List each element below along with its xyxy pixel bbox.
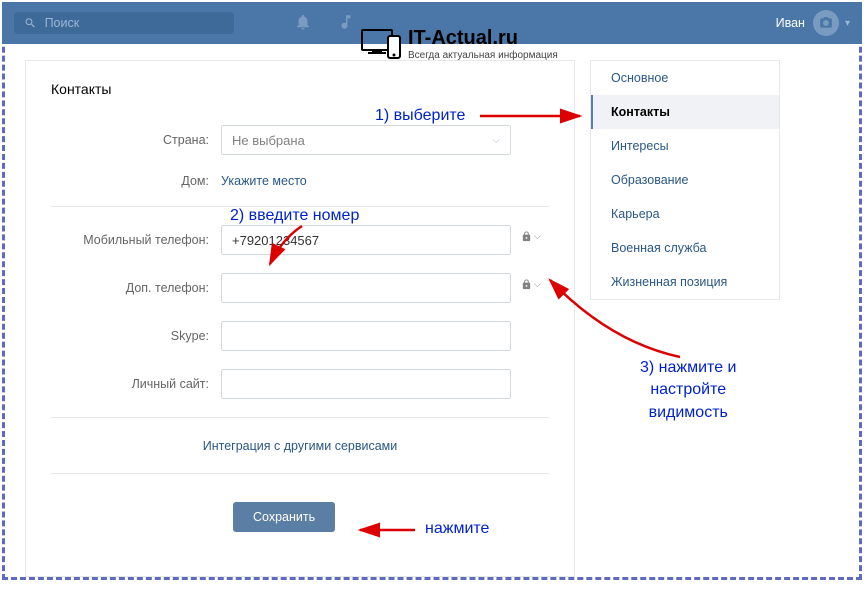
- sidebar-item-interests[interactable]: Интересы: [591, 129, 779, 163]
- page-title: Контакты: [51, 81, 549, 97]
- sidebar-item-education[interactable]: Образование: [591, 163, 779, 197]
- sidebar: Основное Контакты Интересы Образование К…: [590, 60, 780, 300]
- annotation-3: 3) нажмите и настройте видимость: [640, 357, 736, 424]
- user-menu[interactable]: Иван ▾: [776, 10, 850, 36]
- save-button[interactable]: Сохранить: [233, 502, 335, 532]
- annotation-4: нажмите: [425, 520, 489, 538]
- avatar: [813, 10, 839, 36]
- site-label: Личный сайт:: [51, 377, 221, 391]
- alt-phone-label: Доп. телефон:: [51, 281, 221, 295]
- lock-icon: [521, 279, 532, 290]
- country-label: Страна:: [51, 133, 221, 147]
- search-box[interactable]: [14, 12, 234, 34]
- home-link[interactable]: Укажите место: [221, 174, 307, 188]
- annotation-1: 1) выберите: [375, 107, 465, 125]
- main-panel: Контакты Страна: Не выбрана ⌵ Дом: Укажи…: [25, 60, 575, 577]
- home-label: Дом:: [51, 174, 221, 188]
- search-icon: [24, 16, 37, 30]
- mobile-label: Мобильный телефон:: [51, 233, 221, 247]
- monitor-phone-icon: [360, 28, 402, 60]
- watermark-subtitle: Всегда актуальная информация: [408, 50, 558, 61]
- username-label: Иван: [776, 16, 805, 30]
- privacy-toggle-mobile[interactable]: ⌵: [521, 231, 541, 242]
- chevron-down-icon: ▾: [845, 18, 850, 29]
- sidebar-item-military[interactable]: Военная служба: [591, 231, 779, 265]
- arrow-1: [480, 106, 595, 126]
- chevron-down-icon: ⌵: [492, 135, 500, 146]
- lock-icon: [521, 231, 532, 242]
- arrow-3: [540, 272, 690, 362]
- arrow-2: [262, 224, 322, 274]
- integration-link[interactable]: Интеграция с другими сервисами: [203, 439, 398, 453]
- annotation-2: 2) введите номер: [230, 207, 359, 225]
- notifications-icon[interactable]: [294, 13, 312, 34]
- chevron-down-icon: ⌵: [534, 231, 541, 242]
- country-placeholder: Не выбрана: [232, 133, 305, 148]
- arrow-4: [355, 520, 420, 540]
- site-input[interactable]: [221, 369, 511, 399]
- skype-label: Skype:: [51, 329, 221, 343]
- music-icon[interactable]: [337, 13, 355, 34]
- watermark: IT-Actual.ru Всегда актуальная информаци…: [360, 27, 558, 61]
- skype-input[interactable]: [221, 321, 511, 351]
- sidebar-item-career[interactable]: Карьера: [591, 197, 779, 231]
- sidebar-item-main[interactable]: Основное: [591, 61, 779, 95]
- privacy-toggle-alt[interactable]: ⌵: [521, 279, 541, 290]
- sidebar-item-contacts[interactable]: Контакты: [591, 95, 779, 129]
- search-input[interactable]: [45, 16, 224, 30]
- watermark-title: IT-Actual.ru: [408, 27, 558, 50]
- alt-phone-input[interactable]: [221, 273, 511, 303]
- country-select[interactable]: Не выбрана ⌵: [221, 125, 511, 155]
